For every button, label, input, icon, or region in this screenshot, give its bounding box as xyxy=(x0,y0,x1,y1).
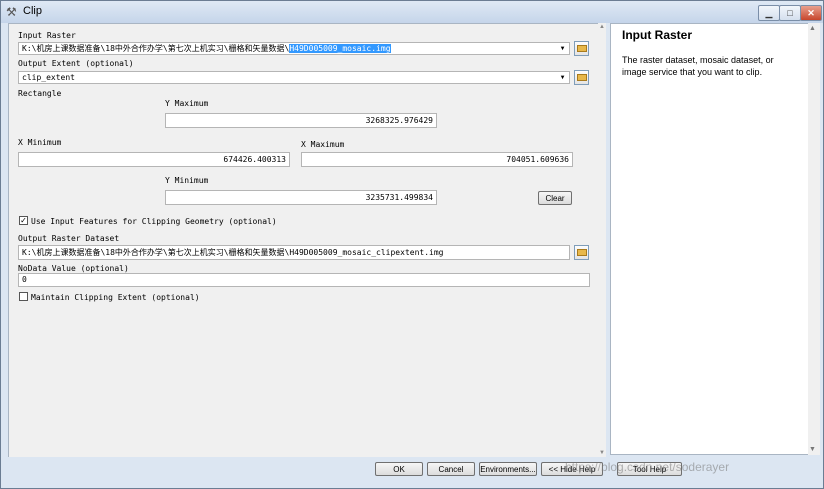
input-raster-label: Input Raster xyxy=(18,31,76,40)
nodata-label: NoData Value (optional) xyxy=(18,264,129,273)
watermark-text: https://blog.csdn.net/soderayer xyxy=(565,460,730,474)
y-maximum-label: Y Maximum xyxy=(165,99,209,108)
maximize-button[interactable]: □ xyxy=(779,5,801,21)
clip-dialog: ⚒ Clip ▁ □ ✕ Input Raster K:\机房上课数据准备\18… xyxy=(0,0,824,489)
output-raster-input[interactable]: K:\机房上课数据准备\18中外合作办学\第七次上机实习\栅格和矢量数据\H49… xyxy=(18,245,570,260)
minimize-button[interactable]: ▁ xyxy=(758,5,780,21)
help-panel: Input Raster The raster dataset, mosaic … xyxy=(610,23,809,455)
scroll-up-icon[interactable]: ▲ xyxy=(809,25,816,32)
clear-button[interactable]: Clear xyxy=(538,191,572,205)
y-maximum-input[interactable]: 3268325.976429 xyxy=(165,113,437,128)
x-maximum-label: X Maximum xyxy=(301,140,345,149)
cancel-button[interactable]: Cancel xyxy=(427,462,475,476)
input-raster-path: K:\机房上课数据准备\18中外合作办学\第七次上机实习\栅格和矢量数据\ xyxy=(22,44,290,53)
help-title: Input Raster xyxy=(622,28,693,42)
help-text: The raster dataset, mosaic dataset, or i… xyxy=(622,55,774,77)
scroll-up-icon[interactable]: ▲ xyxy=(598,24,606,30)
input-raster-combo[interactable]: K:\机房上课数据准备\18中外合作办学\第七次上机实习\栅格和矢量数据\H49… xyxy=(18,42,570,55)
x-minimum-input[interactable]: 674426.400313 xyxy=(18,152,290,167)
ok-button[interactable]: OK xyxy=(375,462,423,476)
browse-output-extent-folder-icon[interactable] xyxy=(574,70,589,85)
browse-input-raster-folder-icon[interactable] xyxy=(574,41,589,56)
output-extent-combo[interactable]: clip_extent ▼ xyxy=(18,71,570,84)
close-button[interactable]: ✕ xyxy=(800,5,822,21)
nodata-input[interactable]: 0 xyxy=(18,273,590,287)
rectangle-label: Rectangle xyxy=(18,89,62,98)
use-input-features-label: Use Input Features for Clipping Geometry… xyxy=(31,217,277,226)
parameters-scrollbar[interactable]: ▲ ▼ xyxy=(598,23,606,457)
maintain-extent-label: Maintain Clipping Extent (optional) xyxy=(31,293,200,302)
help-scrollbar[interactable]: ▲ ▼ xyxy=(808,23,820,455)
hammer-icon: ⚒ xyxy=(6,5,17,19)
x-minimum-label: X Minimum xyxy=(18,138,62,147)
output-raster-label: Output Raster Dataset xyxy=(18,234,120,243)
dropdown-arrow-icon[interactable]: ▼ xyxy=(558,44,567,53)
maintain-extent-checkbox[interactable] xyxy=(19,292,28,301)
parameters-panel: Input Raster K:\机房上课数据准备\18中外合作办学\第七次上机实… xyxy=(8,23,602,459)
use-input-features-checkbox[interactable]: ✓ xyxy=(19,216,28,225)
window-title: Clip xyxy=(23,5,42,17)
input-raster-selected: H49D005009_mosaic.img xyxy=(289,44,391,53)
browse-output-raster-folder-icon[interactable] xyxy=(574,245,589,260)
y-minimum-input[interactable]: 3235731.499834 xyxy=(165,190,437,205)
y-minimum-label: Y Minimum xyxy=(165,176,209,185)
x-maximum-input[interactable]: 704051.609636 xyxy=(301,152,573,167)
output-extent-value: clip_extent xyxy=(22,73,75,82)
scroll-down-icon[interactable]: ▼ xyxy=(598,450,606,456)
dropdown-arrow-icon[interactable]: ▼ xyxy=(558,73,567,82)
title-bar: ⚒ Clip ▁ □ ✕ xyxy=(1,1,823,23)
output-extent-label: Output Extent (optional) xyxy=(18,59,134,68)
environments-button[interactable]: Environments... xyxy=(479,462,537,476)
scroll-down-icon[interactable]: ▼ xyxy=(809,446,816,453)
